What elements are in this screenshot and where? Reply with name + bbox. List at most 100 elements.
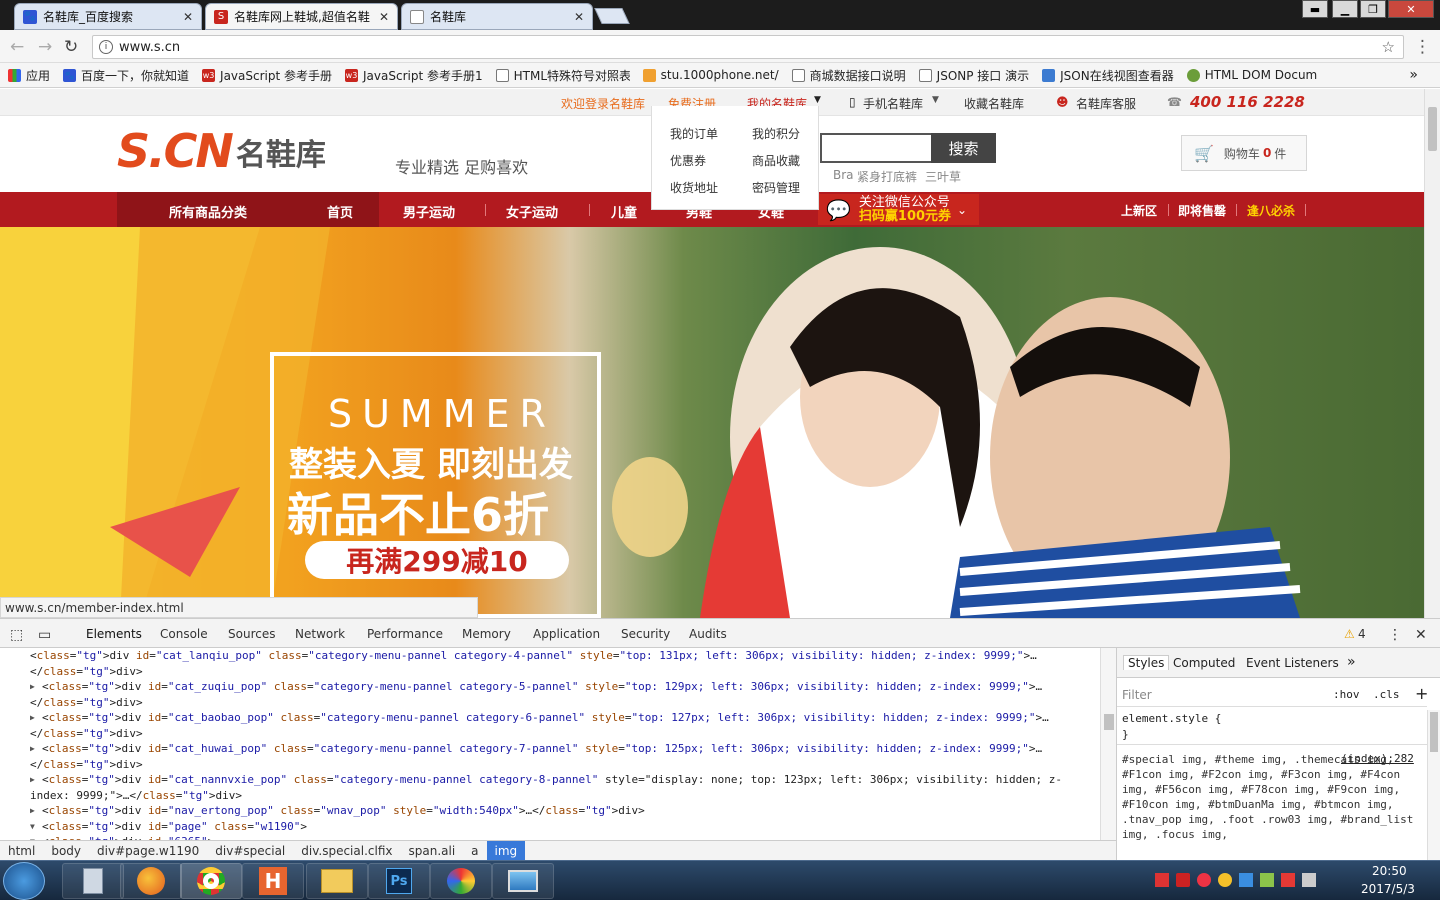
star-icon[interactable]: ☆ xyxy=(1382,38,1395,56)
styles-tab[interactable]: Styles xyxy=(1123,655,1170,670)
new-tab-button[interactable] xyxy=(594,8,630,24)
tray-app-icon[interactable] xyxy=(1281,873,1295,887)
nav-kids[interactable]: 儿童 xyxy=(611,202,637,221)
crumb-selected[interactable]: img xyxy=(486,840,526,862)
dom-line[interactable]: ▶ <class="tg">div id="cat_baobao_pop" cla… xyxy=(0,710,1100,726)
devtools-tab-memory[interactable]: Memory xyxy=(462,627,511,641)
wechat-promo[interactable]: 💬 关注微信公众号 扫码赢100元券 ⌄ xyxy=(818,194,979,225)
crumb[interactable]: html xyxy=(0,844,43,858)
tray-app-icon[interactable] xyxy=(1176,873,1190,887)
expand-triangle-icon[interactable]: ▶ xyxy=(30,803,35,819)
dropdown-coupons[interactable]: 优惠券 xyxy=(670,152,706,169)
crumb[interactable]: div.special.clfix xyxy=(293,844,400,858)
start-button[interactable] xyxy=(3,862,45,900)
hbuilder-taskbar-icon[interactable]: H xyxy=(242,863,304,899)
devtools-tab-performance[interactable]: Performance xyxy=(367,627,443,641)
info-icon[interactable]: i xyxy=(99,40,113,54)
explorer-taskbar-icon[interactable] xyxy=(306,863,368,899)
styles-filter-input[interactable]: Filter xyxy=(1122,688,1152,702)
dom-line[interactable]: <class="tg">div id="cat_lanqiu_pop" clas… xyxy=(0,648,1100,664)
styles-scrollbar[interactable] xyxy=(1427,710,1440,861)
scrollbar-thumb[interactable] xyxy=(1430,712,1438,752)
event-listeners-tab[interactable]: Event Listeners xyxy=(1246,656,1339,670)
bookmarks-more-icon[interactable]: » xyxy=(1409,67,1418,83)
address-bar[interactable]: i www.s.cn ☆ xyxy=(92,35,1404,59)
nav-flash-sale[interactable]: 逢八必杀 xyxy=(1247,202,1295,219)
cart-button[interactable]: 🛒 购物车 0 件 xyxy=(1181,135,1307,171)
mobile-link[interactable]: 手机名鞋库 xyxy=(863,95,923,112)
class-toggle[interactable]: .cls xyxy=(1373,688,1400,701)
dom-scrollbar[interactable] xyxy=(1100,648,1116,840)
close-tab-icon[interactable]: ✕ xyxy=(574,10,584,24)
close-devtools-icon[interactable]: ✕ xyxy=(1415,627,1427,643)
page-scrollbar[interactable] xyxy=(1424,89,1440,618)
devtools-tab-audits[interactable]: Audits xyxy=(689,627,727,641)
user-icon[interactable]: ▬ xyxy=(1302,0,1328,18)
search-input[interactable] xyxy=(820,133,931,163)
welcome-link[interactable]: 欢迎登录名鞋库 xyxy=(561,95,645,112)
bookmark-item[interactable]: JSON在线视图查看器 xyxy=(1042,67,1174,84)
bookmark-item[interactable]: w3 JavaScript 参考手册 xyxy=(202,67,332,84)
reload-icon[interactable]: ↻ xyxy=(64,37,78,57)
dom-line[interactable]: </class="tg">div> xyxy=(0,695,1100,711)
expand-triangle-icon[interactable]: ▶ xyxy=(30,741,35,757)
crumb[interactable]: div#special xyxy=(207,844,293,858)
network-icon[interactable] xyxy=(1302,873,1316,887)
dom-line[interactable]: ▶ <class="tg">div id="cat_nannvxie_pop" c… xyxy=(0,772,1100,788)
forward-icon[interactable]: → xyxy=(38,37,52,57)
photo-viewer-taskbar-icon[interactable] xyxy=(492,863,554,899)
crumb[interactable]: div#page.w1190 xyxy=(89,844,207,858)
device-toggle-icon[interactable]: ▭ xyxy=(38,627,51,643)
site-logo[interactable]: S.CN 名鞋库 xyxy=(117,128,326,174)
devtools-tab-elements[interactable]: Elements xyxy=(86,627,142,641)
hot-keyword[interactable]: Bra xyxy=(833,168,854,182)
close-tab-icon[interactable]: ✕ xyxy=(379,10,389,24)
bookmark-item[interactable]: JSONP 接口 演示 xyxy=(918,67,1029,84)
tray-app-icon[interactable] xyxy=(1197,873,1211,887)
dom-line[interactable]: </class="tg">div> xyxy=(0,757,1100,773)
crumb[interactable]: a xyxy=(463,844,486,858)
hero-banner[interactable]: SUMMER 整装入夏 即刻出发 新品不止6折 再满299减10 xyxy=(0,227,1424,618)
bookmark-item[interactable]: 🐾 百度一下，你就知道 xyxy=(63,67,189,84)
warning-icon[interactable]: ⚠ xyxy=(1344,627,1355,641)
maximize-button[interactable]: ❐ xyxy=(1360,0,1386,18)
dropdown-orders[interactable]: 我的订单 xyxy=(670,125,718,142)
browser-tab-3[interactable]: 名鞋库 ✕ xyxy=(401,3,593,30)
inspect-icon[interactable]: ⬚ xyxy=(10,627,23,643)
more-tabs-icon[interactable]: » xyxy=(1347,654,1356,670)
dom-line[interactable]: ▶ <class="tg">div id="cat_huwai_pop" clas… xyxy=(0,741,1100,757)
hot-keyword[interactable]: 三叶草 xyxy=(925,168,961,185)
expand-triangle-icon[interactable]: ▶ xyxy=(30,772,35,788)
browser-tab-1[interactable]: 🐾 名鞋库_百度搜索 ✕ xyxy=(14,3,202,30)
rule-selector[interactable]: #special img, #theme img, .themecats img… xyxy=(1122,752,1422,858)
expand-triangle-icon[interactable]: ▶ xyxy=(30,679,35,695)
bookmark-apps[interactable]: 应用 xyxy=(8,67,50,84)
dom-line[interactable]: ▶ <class="tg">div id="cat_zuqiu_pop" clas… xyxy=(0,679,1100,695)
tray-app-icon[interactable] xyxy=(1155,873,1169,887)
bookmark-item[interactable]: HTML特殊符号对照表 xyxy=(495,67,630,84)
expand-triangle-icon[interactable]: ▶ xyxy=(30,710,35,726)
devtools-menu-icon[interactable]: ⋮ xyxy=(1388,627,1402,643)
close-tab-icon[interactable]: ✕ xyxy=(183,10,193,24)
dom-line[interactable]: </class="tg">div> xyxy=(0,726,1100,742)
calculator-taskbar-icon[interactable] xyxy=(62,863,124,899)
dom-line[interactable]: ▶ <class="tg">div id="nav_ertong_pop" cla… xyxy=(0,803,1100,819)
minimize-button[interactable]: ▁ xyxy=(1332,0,1358,18)
dropdown-password[interactable]: 密码管理 xyxy=(752,179,800,196)
nav-selling-out[interactable]: 即将售罄 xyxy=(1178,202,1226,219)
tray-app-icon[interactable] xyxy=(1239,873,1253,887)
firefox-taskbar-icon[interactable] xyxy=(120,863,182,899)
bookmark-item[interactable]: w3 JavaScript 参考手册1 xyxy=(345,67,483,84)
expand-triangle-icon[interactable]: ▼ xyxy=(30,819,35,835)
photoshop-taskbar-icon[interactable]: Ps xyxy=(368,863,430,899)
tray-app-icon[interactable] xyxy=(1260,873,1274,887)
nav-men[interactable]: 男子运动 xyxy=(403,202,455,221)
menu-icon[interactable]: ⋮ xyxy=(1414,37,1431,57)
dropdown-points[interactable]: 我的积分 xyxy=(752,125,800,142)
scrollbar-thumb[interactable] xyxy=(1104,714,1114,730)
clock-time[interactable]: 20:50 xyxy=(1372,864,1407,878)
devtools-tab-sources[interactable]: Sources xyxy=(228,627,275,641)
computed-tab[interactable]: Computed xyxy=(1173,656,1235,670)
devtools-tab-console[interactable]: Console xyxy=(160,627,208,641)
devtools-tab-network[interactable]: Network xyxy=(295,627,345,641)
